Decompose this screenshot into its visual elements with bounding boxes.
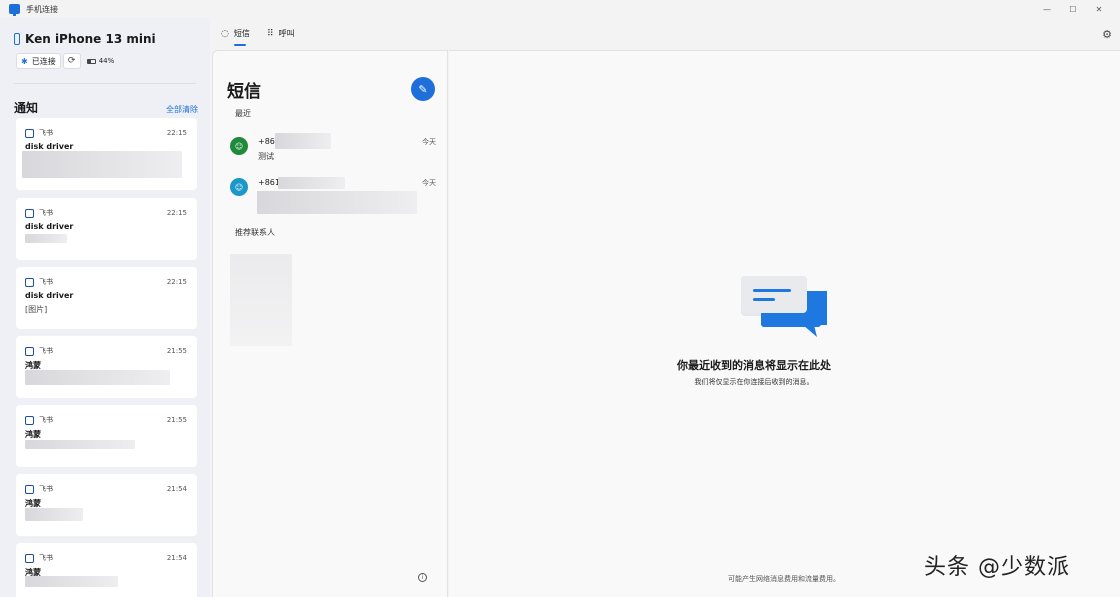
notification-app: 飞书 — [39, 416, 53, 424]
phone-icon — [14, 33, 20, 45]
notification-time: 21:54 — [166, 554, 187, 562]
notification-app: 飞书 — [39, 554, 53, 562]
battery-level: 44% — [98, 57, 115, 65]
feishu-app-icon — [25, 415, 34, 425]
feishu-app-icon — [25, 553, 34, 563]
notification-sender: 鸿蒙 — [25, 430, 41, 439]
empty-state-subtitle: 我们将仅显示在你连接后收到的消息。 — [694, 378, 814, 386]
conversation-item[interactable]: ☺ +861 今天 — [230, 173, 436, 214]
notification-app: 飞书 — [39, 129, 53, 137]
maximize-button[interactable]: ☐ — [1060, 0, 1086, 18]
notification-card[interactable]: 飞书 22:15 disk driver [图片] — [16, 267, 197, 329]
conversation-number: +86 — [258, 137, 275, 146]
compose-icon: ✎ — [418, 82, 428, 96]
watermark: 头条 @少数派 — [924, 555, 1070, 580]
message-detail-pane: 你最近收到的消息将显示在此处 我们将仅显示在你连接后收到的消息。 可能产生网络消… — [449, 50, 1120, 597]
feishu-app-icon — [25, 346, 34, 356]
chat-icon: ◌ — [221, 28, 229, 39]
contact-avatar: ☺ — [230, 178, 248, 196]
notification-card[interactable]: 飞书 21:54 鸿蒙 — [16, 543, 197, 597]
clear-all-link[interactable]: 全部清除 — [166, 104, 198, 115]
divider — [14, 83, 196, 84]
notification-card[interactable]: 飞书 22:15 disk driver — [16, 198, 197, 260]
phone-link-app-icon — [9, 4, 20, 16]
messages-illustration-icon — [741, 276, 827, 337]
feishu-app-icon — [25, 484, 34, 494]
notification-time: 21:54 — [166, 485, 187, 493]
refresh-icon: ⟳ — [67, 56, 76, 66]
device-sidebar: Ken iPhone 13 mini ✱ 已连接 ⟳ 44% 通知 全部清除 飞… — [0, 18, 210, 597]
feishu-app-icon — [25, 277, 34, 287]
minimize-button[interactable]: — — [1034, 0, 1060, 18]
conversation-date: 今天 — [422, 179, 436, 187]
active-tab-indicator — [234, 44, 246, 46]
sync-button[interactable]: ⟳ — [62, 53, 81, 69]
notification-app: 飞书 — [39, 278, 53, 286]
feishu-app-icon — [25, 128, 34, 138]
notifications-title: 通知 — [14, 101, 39, 115]
title-bar: 手机连接 — ☐ ✕ — [0, 0, 1120, 18]
new-message-button[interactable]: ✎ — [411, 77, 435, 101]
notification-app: 飞书 — [39, 485, 53, 493]
messages-list-pane: 短信 ✎ 最近 ☺ +86 测试 今天 ☺ +861 今天 推荐联系人 i — [212, 50, 448, 597]
window-controls: — ☐ ✕ — [1034, 0, 1112, 18]
battery-icon — [86, 58, 96, 64]
suggested-contact-card[interactable] — [230, 254, 292, 346]
tab-calls-label: 呼叫 — [278, 29, 295, 38]
notification-body: [图片] — [25, 305, 48, 314]
messages-title: 短信 — [227, 82, 261, 102]
notification-time: 22:15 — [166, 278, 187, 286]
notification-time: 22:15 — [166, 129, 187, 137]
notification-sender: disk driver — [25, 222, 74, 231]
conversation-preview: 测试 — [258, 152, 274, 161]
recent-label: 最近 — [235, 109, 251, 118]
redacted-content — [25, 440, 135, 449]
notification-card[interactable]: 飞书 21:54 鸿蒙 — [16, 474, 197, 536]
window-title: 手机连接 — [26, 4, 58, 14]
notification-sender: disk driver — [25, 142, 74, 151]
conversation-item[interactable]: ☺ +86 测试 今天 — [230, 132, 436, 172]
info-icon[interactable]: i — [418, 573, 427, 582]
tab-messages[interactable]: ◌ 短信 — [221, 28, 250, 39]
redacted-content — [25, 234, 67, 243]
connection-status: 已连接 — [31, 56, 56, 66]
empty-state-title: 你最近收到的消息将显示在此处 — [677, 359, 831, 372]
redacted-number — [278, 177, 345, 189]
notification-card[interactable]: 飞书 21:55 鸿蒙 — [16, 405, 197, 467]
device-header: Ken iPhone 13 mini — [14, 32, 156, 46]
dialpad-icon: ⠿ — [267, 28, 274, 39]
tab-bar: ◌ 短信 ⠿ 呼叫 — [212, 18, 1092, 50]
feishu-app-icon — [25, 208, 34, 218]
notification-time: 22:15 — [166, 209, 187, 217]
redacted-content — [25, 370, 170, 385]
conversation-date: 今天 — [422, 138, 436, 146]
tab-calls[interactable]: ⠿ 呼叫 — [267, 28, 295, 39]
connection-badge[interactable]: ✱ 已连接 — [16, 53, 61, 69]
redacted-preview — [257, 191, 417, 214]
suggested-contacts-label: 推荐联系人 — [235, 228, 275, 237]
device-status-row: ✱ 已连接 ⟳ 44% — [16, 53, 114, 69]
notification-app: 飞书 — [39, 209, 53, 217]
redacted-number — [275, 133, 331, 149]
contact-avatar: ☺ — [230, 137, 248, 155]
notification-card[interactable]: 飞书 21:55 鸿蒙 — [16, 336, 197, 398]
notification-sender: disk driver — [25, 291, 74, 300]
notifications-header: 通知 全部清除 — [14, 99, 198, 116]
settings-gear-icon[interactable]: ⚙ — [1102, 28, 1112, 41]
device-name[interactable]: Ken iPhone 13 mini — [25, 32, 156, 46]
redacted-content — [25, 508, 83, 521]
notification-time: 21:55 — [166, 416, 187, 424]
redacted-content — [22, 151, 182, 178]
redacted-content — [25, 576, 118, 587]
notification-time: 21:55 — [166, 347, 187, 355]
notification-card[interactable]: 飞书 22:15 disk driver — [16, 118, 197, 190]
notification-app: 飞书 — [39, 347, 53, 355]
conversation-number: +861 — [258, 178, 280, 187]
tab-messages-label: 短信 — [233, 29, 250, 38]
close-button[interactable]: ✕ — [1086, 0, 1112, 18]
bluetooth-icon: ✱ — [21, 56, 28, 66]
